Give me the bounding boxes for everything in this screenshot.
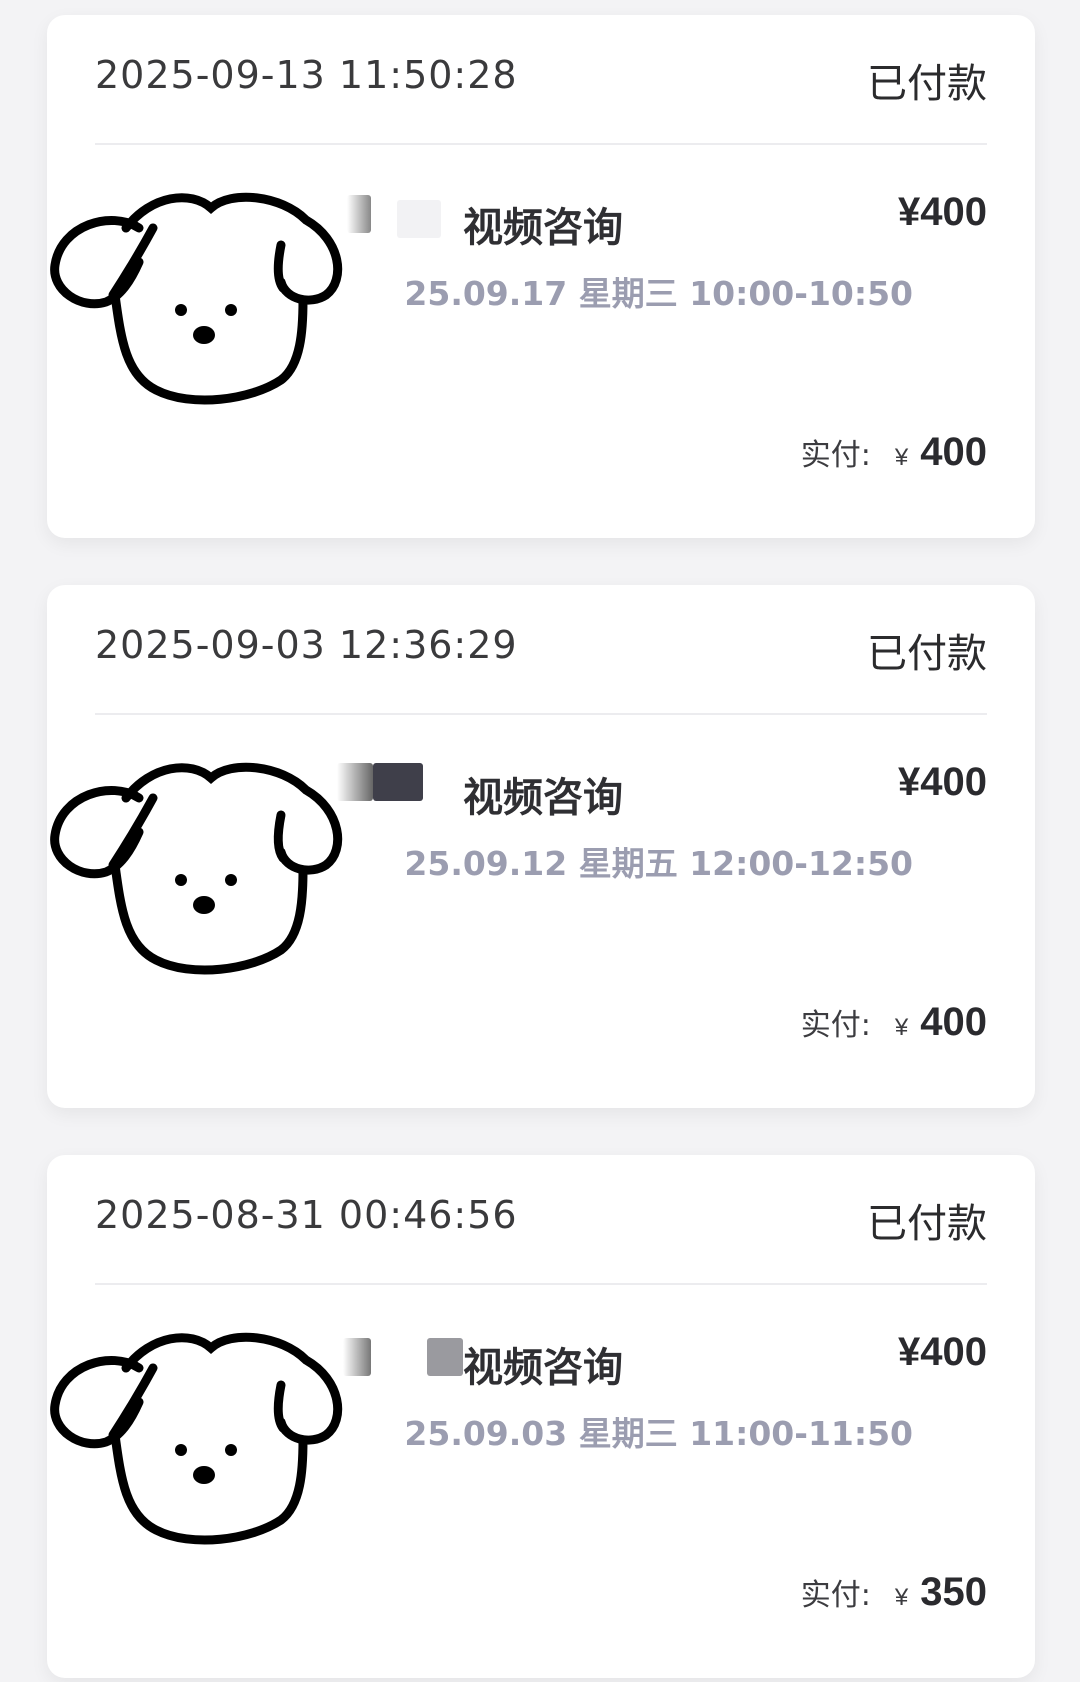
order-card[interactable]: 2025-09-03 12:36:29 已付款 视频咨询 ¥400 25.09.… bbox=[47, 585, 1035, 1108]
order-card-header: 2025-09-03 12:36:29 已付款 bbox=[95, 585, 987, 715]
blurred-name bbox=[373, 763, 423, 801]
currency-symbol: ¥ bbox=[894, 444, 909, 471]
order-status: 已付款 bbox=[867, 61, 987, 107]
order-card[interactable]: 2025-08-31 00:46:56 已付款 视频咨询 ¥400 25.09.… bbox=[47, 1155, 1035, 1678]
order-card-header: 2025-09-13 11:50:28 已付款 bbox=[95, 15, 987, 145]
service-name: 视频咨询 bbox=[463, 775, 623, 821]
paid-label: 实付: bbox=[800, 1578, 871, 1613]
paid-amount-row: 实付: ¥ 350 bbox=[801, 1570, 987, 1615]
paid-label: 实付: bbox=[800, 1008, 871, 1043]
blurred-name bbox=[347, 195, 371, 233]
order-time: 2025-09-03 12:36:29 bbox=[95, 623, 518, 667]
paid-amount-row: 实付: ¥ 400 bbox=[801, 430, 987, 475]
paid-amount: 400 bbox=[920, 430, 987, 474]
appointment-schedule: 25.09.17 星期三 10:00-10:50 bbox=[404, 274, 913, 313]
blurred-name bbox=[343, 1338, 371, 1376]
currency-symbol: ¥ bbox=[894, 1584, 909, 1611]
order-time: 2025-09-13 11:50:28 bbox=[95, 53, 518, 97]
price: ¥400 bbox=[898, 760, 987, 804]
service-name: 视频咨询 bbox=[463, 205, 623, 251]
currency-symbol: ¥ bbox=[894, 1014, 909, 1041]
paid-amount-row: 实付: ¥ 400 bbox=[801, 1000, 987, 1045]
appointment-schedule: 25.09.12 星期五 12:00-12:50 bbox=[404, 844, 913, 883]
price: ¥400 bbox=[898, 190, 987, 234]
order-card-header: 2025-08-31 00:46:56 已付款 bbox=[95, 1155, 987, 1285]
order-time: 2025-08-31 00:46:56 bbox=[95, 1193, 518, 1237]
paid-label: 实付: bbox=[800, 438, 871, 473]
blurred-name bbox=[397, 200, 441, 238]
blurred-name bbox=[337, 763, 373, 801]
blurred-name bbox=[427, 1338, 463, 1376]
price: ¥400 bbox=[898, 1330, 987, 1374]
order-list: 2025-09-13 11:50:28 已付款 视频咨询 ¥400 25.09.… bbox=[0, 0, 1080, 1682]
order-status: 已付款 bbox=[867, 631, 987, 677]
service-name: 视频咨询 bbox=[463, 1345, 623, 1391]
order-status: 已付款 bbox=[867, 1201, 987, 1247]
appointment-schedule: 25.09.03 星期三 11:00-11:50 bbox=[404, 1414, 913, 1453]
order-card[interactable]: 2025-09-13 11:50:28 已付款 视频咨询 ¥400 25.09.… bbox=[47, 15, 1035, 538]
paid-amount: 350 bbox=[920, 1570, 987, 1614]
paid-amount: 400 bbox=[920, 1000, 987, 1044]
